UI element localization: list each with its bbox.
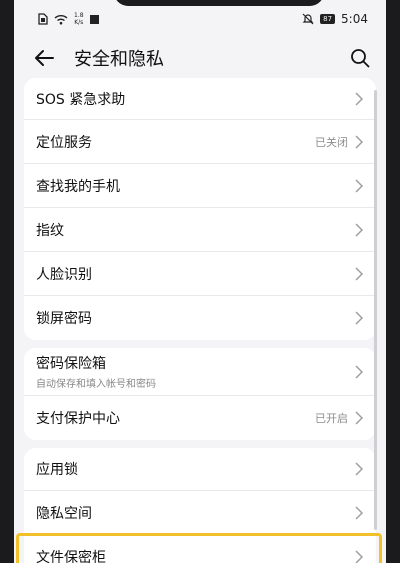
setting-label: SOS 紧急求助 <box>36 91 126 108</box>
chevron-right-icon <box>355 91 364 106</box>
setting-location-service[interactable]: 定位服务 已关闭 <box>24 120 376 164</box>
chevron-right-icon <box>355 364 364 379</box>
setting-find-my-phone[interactable]: 查找我的手机 <box>24 164 376 208</box>
setting-status-value: 已关闭 <box>315 135 348 149</box>
setting-label: 密码保险箱 <box>36 356 106 372</box>
setting-private-space[interactable]: 隐私空间 <box>24 491 376 535</box>
wifi-icon <box>54 14 68 24</box>
setting-label: 指纹 <box>36 222 64 239</box>
setting-sos[interactable]: SOS 紧急求助 <box>24 78 376 120</box>
chevron-right-icon <box>355 311 364 325</box>
chevron-right-icon <box>355 134 364 149</box>
setting-label: 查找我的手机 <box>36 178 120 195</box>
setting-face-recognition[interactable]: 人脸识别 <box>24 252 376 296</box>
setting-payment-protection[interactable]: 支付保护中心 已开启 <box>24 396 376 440</box>
setting-description: 自动保存和填入帐号和密码 <box>36 379 156 390</box>
mute-bell-icon <box>302 13 314 25</box>
battery-indicator: 87 <box>320 14 336 24</box>
chevron-right-icon <box>355 462 364 476</box>
setting-fingerprint[interactable]: 指纹 <box>24 208 376 252</box>
status-time: 5:04 <box>341 12 368 26</box>
settings-group-security: SOS 紧急求助 定位服务 已关闭 查找我的手机 指纹 人脸识别 锁屏密码 <box>24 78 376 340</box>
highlight-frame <box>16 533 382 563</box>
phone-screen: 1.8 K/s 87 5:04 安全和隐私 SOS 紧急求助 定位服务 已关闭 … <box>14 0 386 563</box>
sim-card-icon <box>38 13 48 25</box>
setting-label: 隐私空间 <box>36 505 92 522</box>
setting-label: 支付保护中心 <box>36 411 120 427</box>
setting-label: 锁屏密码 <box>36 311 92 327</box>
settings-group-passwords: 密码保险箱 自动保存和填入帐号和密码 支付保护中心 已开启 <box>24 348 376 440</box>
chevron-right-icon <box>355 266 364 281</box>
setting-label: 应用锁 <box>36 462 78 478</box>
network-speed-value: 1.8 <box>74 12 84 19</box>
chevron-right-icon <box>355 222 364 237</box>
chevron-right-icon <box>355 505 364 520</box>
notification-square-icon <box>89 14 99 24</box>
search-icon[interactable] <box>350 48 370 68</box>
chevron-right-icon <box>355 178 364 193</box>
setting-status-value: 已开启 <box>315 412 348 425</box>
setting-label: 人脸识别 <box>36 266 92 283</box>
scrollbar[interactable] <box>374 90 377 530</box>
back-arrow-icon[interactable] <box>34 49 54 67</box>
chevron-right-icon <box>355 411 364 425</box>
setting-label: 定位服务 <box>36 134 92 151</box>
setting-app-lock[interactable]: 应用锁 <box>24 448 376 491</box>
network-speed: 1.8 K/s <box>74 12 84 26</box>
status-bar: 1.8 K/s 87 5:04 <box>14 0 386 38</box>
page-title: 安全和隐私 <box>74 49 164 70</box>
network-speed-unit: K/s <box>74 19 84 26</box>
setting-password-vault[interactable]: 密码保险箱 自动保存和填入帐号和密码 <box>24 348 376 396</box>
setting-lock-screen-password[interactable]: 锁屏密码 <box>24 296 376 340</box>
page-header: 安全和隐私 <box>14 38 386 78</box>
